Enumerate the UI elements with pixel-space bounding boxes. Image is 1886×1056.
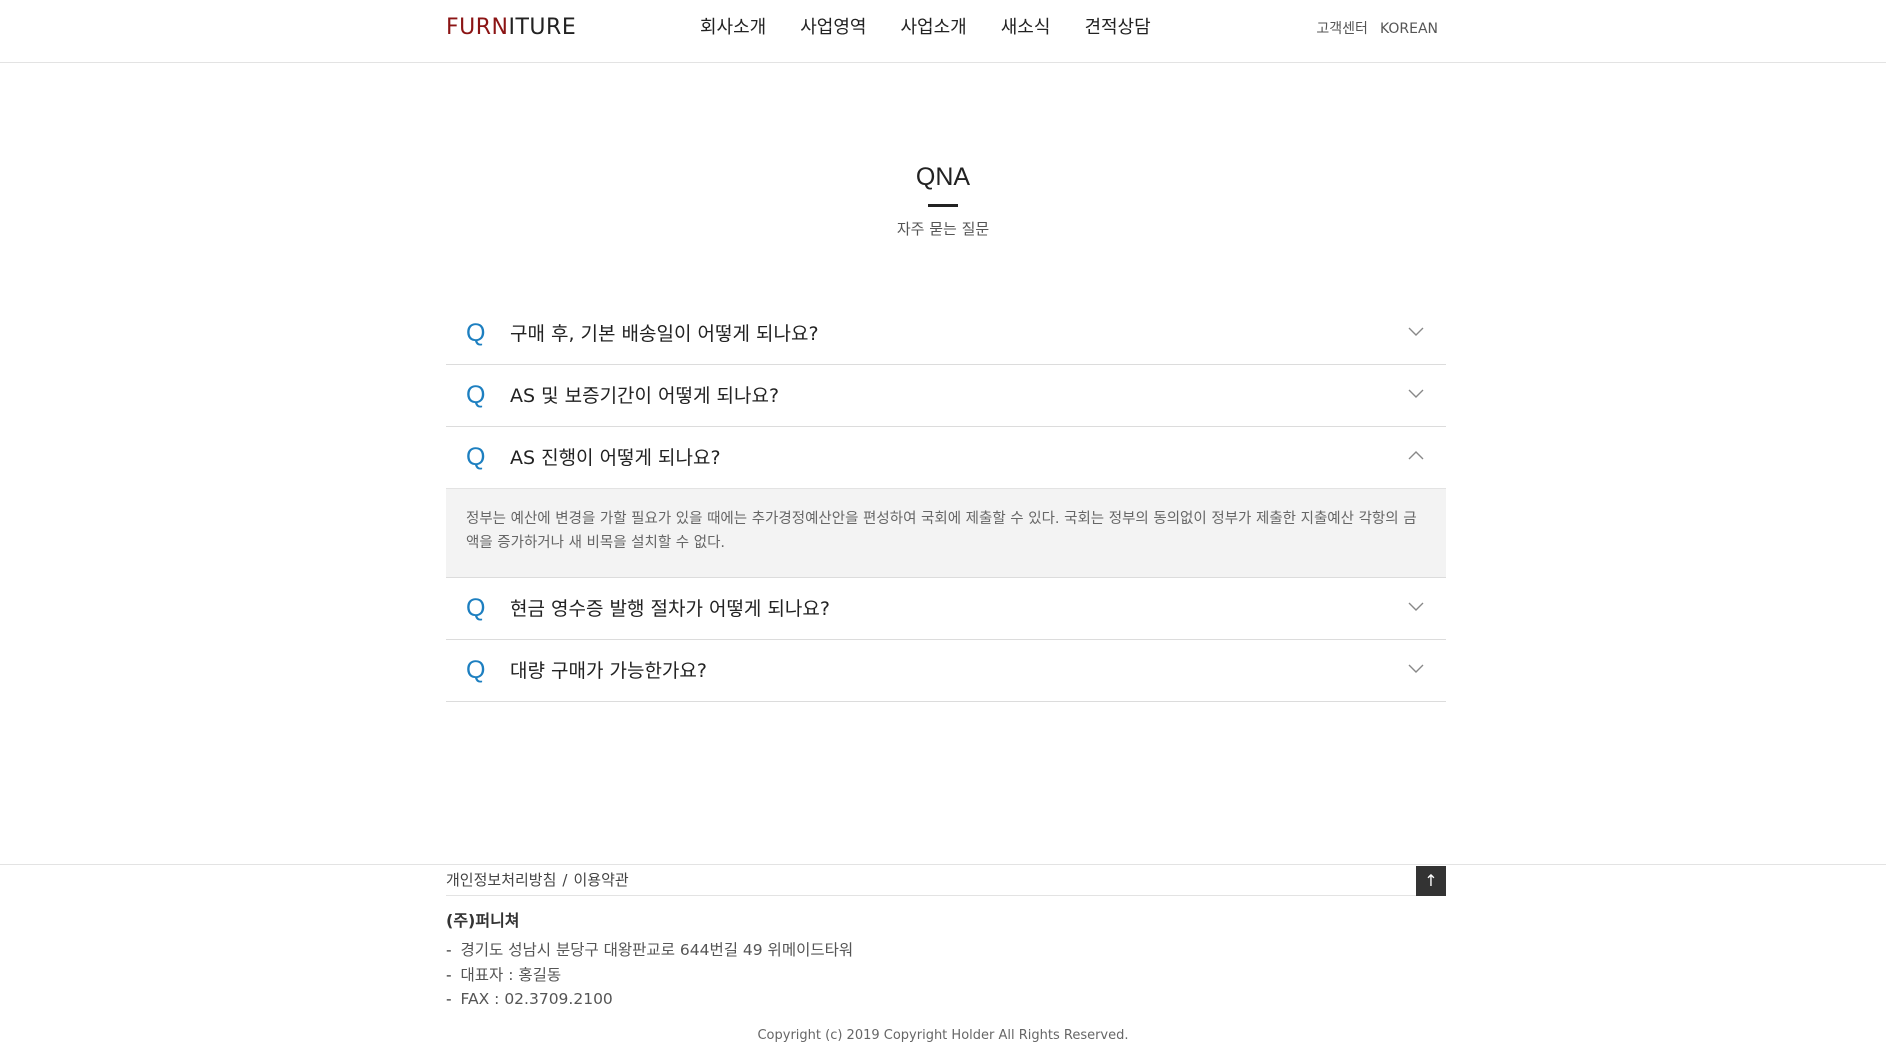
q-mark: Q	[466, 319, 486, 347]
chevron-down-icon[interactable]	[1408, 325, 1424, 337]
terms-link[interactable]: 이용약관	[573, 871, 628, 889]
faq-item: Q 대량 구매가 가능한가요?	[446, 640, 1446, 702]
company-name: (주)퍼니쳐	[446, 911, 520, 930]
faq-question-row[interactable]: Q 구매 후, 기본 배송일이 어떻게 되나요?	[446, 303, 1446, 364]
footer-divider	[0, 864, 1886, 865]
language-link[interactable]: KOREAN	[1380, 20, 1438, 38]
chevron-down-icon[interactable]	[1408, 600, 1424, 612]
footer-links: 개인정보처리방침 / 이용약관 ↑	[446, 866, 1446, 896]
company-address: 경기도 성남시 분당구 대왕판교로 644번길 49 위메이드타워	[446, 938, 854, 963]
faq-item: Q AS 및 보증기간이 어떻게 되나요?	[446, 365, 1446, 427]
logo-rest: ITURE	[508, 15, 577, 40]
nav-item-business-intro[interactable]: 사업소개	[901, 15, 967, 41]
faq-question-text: 현금 영수증 발행 절차가 어떻게 되나요?	[510, 598, 830, 620]
title-underline	[928, 204, 958, 207]
nav-item-company[interactable]: 회사소개	[700, 15, 766, 41]
nav-item-news[interactable]: 새소식	[1001, 15, 1051, 41]
logo[interactable]: FURNITURE	[446, 15, 576, 41]
faq-list: Q 구매 후, 기본 배송일이 어떻게 되나요? Q AS 및 보증기간이 어떻…	[446, 303, 1446, 702]
q-mark: Q	[466, 443, 486, 471]
q-mark: Q	[466, 656, 486, 684]
faq-question-text: AS 진행이 어떻게 되나요?	[510, 447, 721, 469]
scroll-top-button[interactable]: ↑	[1416, 866, 1446, 896]
main-nav: 회사소개 사업영역 사업소개 새소식 견적상담	[700, 15, 1185, 41]
page-subtitle: 자주 묻는 질문	[896, 220, 990, 238]
privacy-policy-link[interactable]: 개인정보처리방침	[446, 871, 556, 889]
faq-item: Q 현금 영수증 발행 절차가 어떻게 되나요?	[446, 578, 1446, 640]
nav-item-estimate[interactable]: 견적상담	[1084, 15, 1150, 41]
logo-accent: FURN	[446, 15, 509, 40]
faq-question-text: 대량 구매가 가능한가요?	[510, 660, 707, 682]
faq-item: Q AS 진행이 어떻게 되나요? 정부는 예산에 변경을 가할 필요가 있을 …	[446, 427, 1446, 578]
faq-question-text: 구매 후, 기본 배송일이 어떻게 되나요?	[510, 323, 819, 345]
page-title: QNA	[915, 163, 971, 191]
nav-item-business-area[interactable]: 사업영역	[800, 15, 866, 41]
company-ceo: 대표자 : 홍길동	[446, 963, 853, 988]
company-info: 경기도 성남시 분당구 대왕판교로 644번길 49 위메이드타워 대표자 : …	[446, 938, 854, 1012]
chevron-up-icon[interactable]	[1408, 449, 1424, 461]
chevron-down-icon[interactable]	[1408, 387, 1424, 399]
faq-question-row[interactable]: Q AS 및 보증기간이 어떻게 되나요?	[446, 365, 1446, 426]
q-mark: Q	[466, 594, 486, 622]
faq-question-row[interactable]: Q 대량 구매가 가능한가요?	[446, 640, 1446, 701]
page-title-area: QNA 자주 묻는 질문	[0, 160, 1886, 239]
copyright: Copyright (c) 2019 Copyright Holder All …	[757, 1028, 1129, 1043]
faq-question-text: AS 및 보증기간이 어떻게 되나요?	[510, 385, 780, 407]
faq-answer: 정부는 예산에 변경을 가할 필요가 있을 때에는 추가경정예산안을 편성하여 …	[446, 488, 1446, 577]
q-mark: Q	[466, 381, 486, 409]
company-fax: FAX : 02.3709.2100	[446, 987, 853, 1012]
site-header: FURNITURE 회사소개 사업영역 사업소개 새소식 견적상담 고객센터 K…	[0, 0, 1886, 63]
customer-center-link[interactable]: 고객센터	[1316, 20, 1368, 38]
util-menu: 고객센터 KOREAN	[1316, 20, 1438, 38]
faq-question-row[interactable]: Q AS 진행이 어떻게 되나요?	[446, 427, 1446, 488]
faq-question-row[interactable]: Q 현금 영수증 발행 절차가 어떻게 되나요?	[446, 578, 1446, 639]
chevron-down-icon[interactable]	[1408, 662, 1424, 674]
faq-item: Q 구매 후, 기본 배송일이 어떻게 되나요?	[446, 303, 1446, 365]
footer-link-separator: /	[562, 871, 568, 889]
